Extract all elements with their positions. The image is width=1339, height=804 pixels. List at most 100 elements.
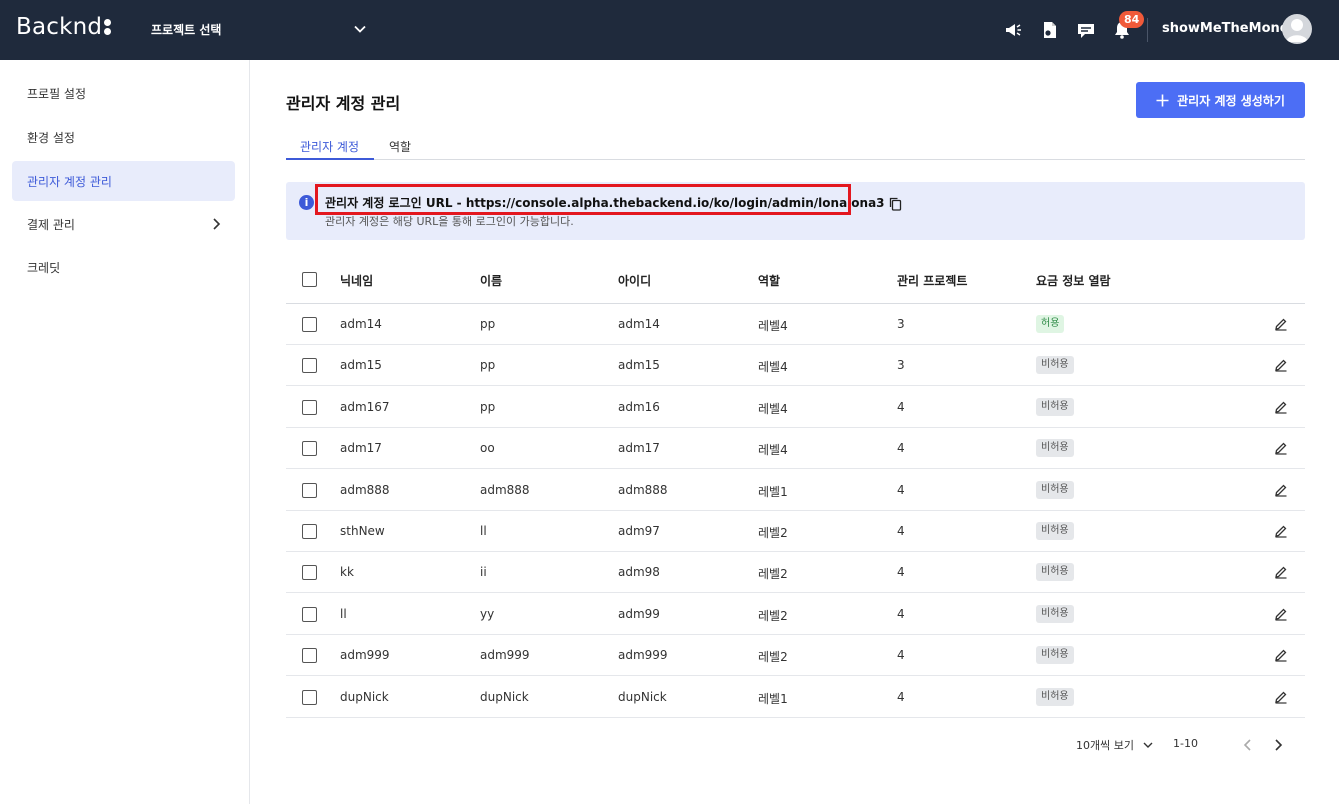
- column-header-id[interactable]: 아이디: [618, 272, 651, 289]
- backnd-logo[interactable]: Backnd: [16, 14, 112, 40]
- cell-projects: 3: [897, 358, 905, 373]
- table-row[interactable]: kk ii adm98 레벨2 4 비허용: [286, 552, 1305, 594]
- edit-icon[interactable]: [1274, 441, 1288, 455]
- billing-status-badge: 비허용: [1036, 604, 1074, 623]
- chevron-down-icon[interactable]: [353, 22, 367, 36]
- row-checkbox[interactable]: [302, 399, 317, 415]
- cell-nickname: adm999: [340, 648, 390, 663]
- billing-status-badge: 비허용: [1036, 646, 1074, 665]
- notification-badge: 84: [1119, 11, 1145, 28]
- cell-projects: 3: [897, 317, 905, 331]
- next-page-icon[interactable]: [1273, 738, 1283, 752]
- cell-role: 레벨4: [758, 401, 788, 416]
- sidebar-item-label: 프로필 설정: [27, 86, 87, 101]
- cell-nickname: adm888: [340, 482, 390, 497]
- column-header-role[interactable]: 역할: [758, 272, 780, 289]
- top-navigation-bar: Backnd 프로젝트 선택 84 showMeTheMoney: [0, 0, 1339, 60]
- chevron-down-icon: [1143, 742, 1153, 748]
- row-checkbox[interactable]: [302, 482, 317, 498]
- table-row[interactable]: adm999 adm999 adm999 레벨2 4 비허용: [286, 635, 1305, 677]
- sidebar-item-environment[interactable]: 환경 설정: [12, 117, 235, 157]
- cell-id: adm97: [618, 524, 660, 538]
- avatar-icon[interactable]: [1282, 14, 1312, 44]
- sidebar-item-credit[interactable]: 크레딧: [12, 247, 235, 287]
- cell-name: pp: [480, 317, 496, 331]
- row-checkbox[interactable]: [302, 441, 317, 457]
- page-size-select[interactable]: 10개씩 보기: [1076, 737, 1153, 753]
- info-icon: i: [299, 195, 314, 210]
- edit-icon[interactable]: [1274, 565, 1288, 579]
- cell-id: adm16: [618, 399, 660, 414]
- page-size-label: 10개씩 보기: [1076, 739, 1134, 752]
- edit-icon[interactable]: [1274, 690, 1288, 704]
- sidebar-item-profile[interactable]: 프로필 설정: [12, 73, 235, 113]
- cell-name: adm999: [480, 648, 530, 663]
- table-row[interactable]: adm14 pp adm14 레벨4 3 허용: [286, 304, 1305, 345]
- row-checkbox[interactable]: [302, 317, 317, 332]
- cell-role: 레벨2: [758, 650, 788, 665]
- sidebar-item-billing[interactable]: 결제 관리: [12, 204, 235, 244]
- row-checkbox[interactable]: [302, 689, 317, 705]
- tab-roles[interactable]: 역할: [389, 138, 411, 155]
- row-checkbox[interactable]: [302, 565, 317, 581]
- cell-name: yy: [480, 606, 495, 621]
- cell-projects: 4: [897, 606, 905, 621]
- table-row[interactable]: adm15 pp adm15 레벨4 3 비허용: [286, 345, 1305, 387]
- cell-role: 레벨1: [758, 691, 788, 706]
- edit-icon[interactable]: [1274, 607, 1288, 621]
- megaphone-icon[interactable]: [1003, 20, 1023, 40]
- table-row[interactable]: adm888 adm888 adm888 레벨1 4 비허용: [286, 470, 1305, 511]
- column-header-projects[interactable]: 관리 프로젝트: [897, 272, 967, 289]
- table-row[interactable]: ll yy adm99 레벨2 4 비허용: [286, 594, 1305, 635]
- create-admin-account-button[interactable]: 관리자 계정 생성하기: [1136, 82, 1305, 118]
- row-checkbox[interactable]: [302, 648, 317, 664]
- create-button-label: 관리자 계정 생성하기: [1177, 93, 1285, 108]
- edit-icon[interactable]: [1274, 317, 1288, 331]
- sidebar-item-admin-accounts[interactable]: 관리자 계정 관리: [12, 161, 235, 201]
- billing-status-badge: 허용: [1036, 315, 1065, 333]
- highlight-box: [315, 184, 851, 215]
- edit-icon[interactable]: [1274, 648, 1288, 662]
- column-header-name[interactable]: 이름: [480, 272, 502, 289]
- copy-icon[interactable]: [889, 197, 902, 211]
- tab-admin-accounts[interactable]: 관리자 계정: [300, 138, 359, 155]
- table-row[interactable]: sthNew ll adm97 레벨2 4 비허용: [286, 511, 1305, 552]
- cell-projects: 4: [897, 482, 905, 497]
- sidebar-item-label: 관리자 계정 관리: [27, 174, 112, 189]
- edit-icon[interactable]: [1274, 358, 1288, 372]
- table-row[interactable]: adm17 oo adm17 레벨4 4 비허용: [286, 428, 1305, 470]
- chevron-right-icon: [213, 218, 221, 230]
- edit-icon[interactable]: [1274, 524, 1288, 538]
- username[interactable]: showMeTheMoney: [1162, 21, 1297, 36]
- project-select-label[interactable]: 프로젝트 선택: [151, 21, 221, 38]
- edit-icon[interactable]: [1274, 483, 1288, 497]
- cell-id: adm17: [618, 441, 660, 456]
- cell-role: 레벨4: [758, 443, 788, 458]
- row-checkbox[interactable]: [302, 524, 317, 539]
- cell-name: pp: [480, 358, 496, 373]
- table-row[interactable]: dupNick dupNick dupNick 레벨1 4 비허용: [286, 677, 1305, 718]
- select-all-checkbox[interactable]: [302, 272, 317, 287]
- column-header-billing[interactable]: 요금 정보 열람: [1036, 272, 1111, 289]
- edit-icon[interactable]: [1274, 400, 1288, 414]
- cell-nickname: adm17: [340, 441, 382, 456]
- row-checkbox[interactable]: [302, 606, 317, 622]
- column-header-nickname[interactable]: 닉네임: [340, 272, 373, 289]
- sidebar-item-label: 결제 관리: [27, 217, 75, 232]
- header-divider: [1147, 18, 1148, 42]
- cell-projects: 4: [897, 399, 905, 414]
- cell-projects: 4: [897, 441, 905, 456]
- previous-page-icon[interactable]: [1243, 738, 1253, 752]
- plus-icon: [1156, 94, 1169, 106]
- chat-icon[interactable]: [1076, 20, 1096, 40]
- cell-projects: 4: [897, 689, 905, 704]
- page-title: 관리자 계정 관리: [286, 94, 401, 113]
- cell-role: 레벨2: [758, 608, 788, 623]
- table-row[interactable]: adm167 pp adm16 레벨4 4 비허용: [286, 387, 1305, 428]
- cell-name: dupNick: [480, 689, 529, 704]
- cell-id: adm98: [618, 565, 660, 580]
- row-checkbox[interactable]: [302, 358, 317, 374]
- cell-name: adm888: [480, 482, 530, 497]
- document-icon[interactable]: [1040, 20, 1060, 40]
- billing-status-badge: 비허용: [1036, 563, 1074, 582]
